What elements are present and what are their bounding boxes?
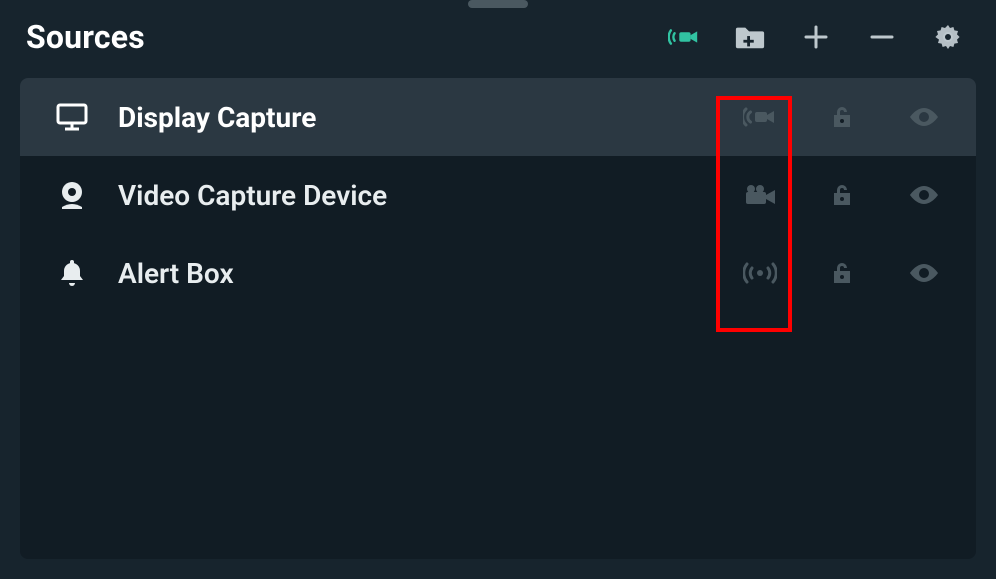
plus-icon[interactable] (800, 21, 832, 53)
source-row-video-capture-device[interactable]: Video Capture Device (20, 156, 976, 234)
stream-camera-icon[interactable] (736, 93, 784, 141)
panel-title: Sources (26, 18, 145, 56)
source-label: Alert Box (118, 257, 708, 290)
sources-panel: Sources (0, 0, 996, 579)
lock-open-icon[interactable] (818, 93, 866, 141)
eye-icon[interactable] (900, 93, 948, 141)
eye-icon[interactable] (900, 249, 948, 297)
broadcast-icon[interactable] (736, 249, 784, 297)
panel-header: Sources (0, 0, 996, 68)
webcam-icon (54, 177, 90, 213)
source-label: Video Capture Device (118, 179, 708, 212)
panel-toolbar (668, 21, 970, 53)
lock-open-icon[interactable] (818, 249, 866, 297)
lock-open-icon[interactable] (818, 171, 866, 219)
bell-icon (54, 255, 90, 291)
video-camera-icon[interactable] (736, 171, 784, 219)
sources-list: Display Capture (20, 78, 976, 559)
monitor-icon (54, 99, 90, 135)
minus-icon[interactable] (866, 21, 898, 53)
drag-handle[interactable] (468, 0, 528, 8)
gear-icon[interactable] (932, 21, 964, 53)
source-row-alert-box[interactable]: Alert Box (20, 234, 976, 312)
stream-camera-icon[interactable] (668, 21, 700, 53)
source-label: Display Capture (118, 101, 708, 134)
folder-add-icon[interactable] (734, 21, 766, 53)
eye-icon[interactable] (900, 171, 948, 219)
source-row-display-capture[interactable]: Display Capture (20, 78, 976, 156)
